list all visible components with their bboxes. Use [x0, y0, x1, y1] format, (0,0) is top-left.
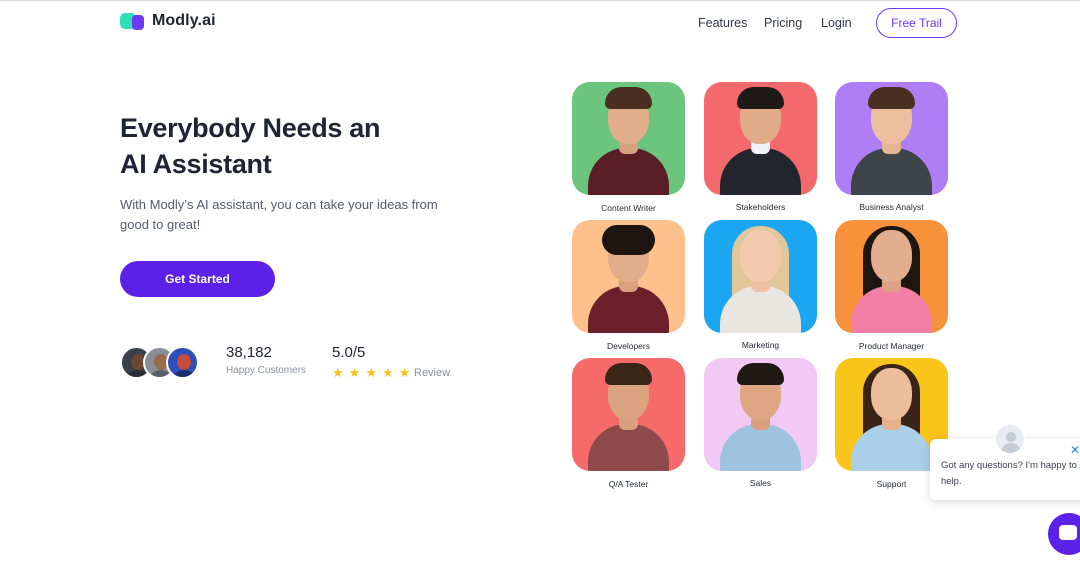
top-border [0, 0, 1080, 1]
role-label-sales: Sales [749, 478, 772, 488]
role-label-product-manager: Product Manager [858, 341, 925, 351]
role-label-content-writer: Content Writer [601, 203, 656, 213]
customer-avatars [120, 346, 202, 380]
chat-greeting-text: Got any questions? I'm happy to help. [941, 460, 1077, 487]
avatar [166, 346, 199, 379]
close-icon[interactable]: ✕ [1070, 443, 1080, 457]
logo[interactable]: Modly.ai [120, 12, 216, 30]
role-label-marketing: Marketing [741, 340, 780, 350]
free-trail-button[interactable]: Free Trail [876, 8, 957, 38]
star-icon: ★ [365, 365, 377, 380]
hero-title-line-2: AI Assistant [120, 149, 272, 179]
hero-subtitle: With Modly’s AI assistant, you can take … [120, 197, 438, 232]
customers-count: 38,182 [226, 344, 272, 361]
rating-stars: ★ ★ ★ ★ ★ [332, 366, 410, 380]
role-card-business-analyst[interactable] [835, 82, 948, 195]
logo-icon [120, 12, 146, 30]
review-label: Review [414, 367, 451, 379]
star-icon: ★ [398, 365, 411, 380]
hero-title-line-1: Everybody Needs an [120, 113, 381, 143]
role-card-product-manager[interactable] [835, 220, 948, 333]
role-card-sales[interactable] [704, 358, 817, 471]
logo-text: Modly.ai [152, 12, 216, 29]
role-card-content-writer[interactable] [572, 82, 685, 195]
role-card-stakeholders[interactable] [704, 82, 817, 195]
star-icon: ★ [332, 365, 344, 380]
star-icon: ★ [348, 365, 361, 380]
rating-value: 5.0/5 [332, 344, 366, 361]
role-label-developers: Developers [607, 341, 650, 351]
role-card-qa-tester[interactable] [572, 358, 685, 471]
nav-login[interactable]: Login [821, 16, 852, 30]
chat-agent-avatar [994, 423, 1026, 455]
nav-features[interactable]: Features [698, 16, 747, 30]
role-card-developers[interactable] [572, 220, 685, 333]
chat-launcher-button[interactable] [1048, 513, 1080, 555]
role-label-business-analyst: Business Analyst [859, 202, 924, 212]
role-card-marketing[interactable] [704, 220, 817, 333]
get-started-button[interactable]: Get Started [120, 261, 275, 297]
star-icon: ★ [381, 365, 394, 380]
customers-label: Happy Customers [226, 365, 307, 376]
nav-pricing[interactable]: Pricing [764, 16, 802, 30]
chat-icon [1059, 525, 1077, 540]
hero-title: Everybody Needs an AI Assistant [120, 110, 460, 182]
role-label-qa-tester: Q/A Tester [608, 479, 649, 489]
role-label-stakeholders: Stakeholders [735, 202, 786, 212]
